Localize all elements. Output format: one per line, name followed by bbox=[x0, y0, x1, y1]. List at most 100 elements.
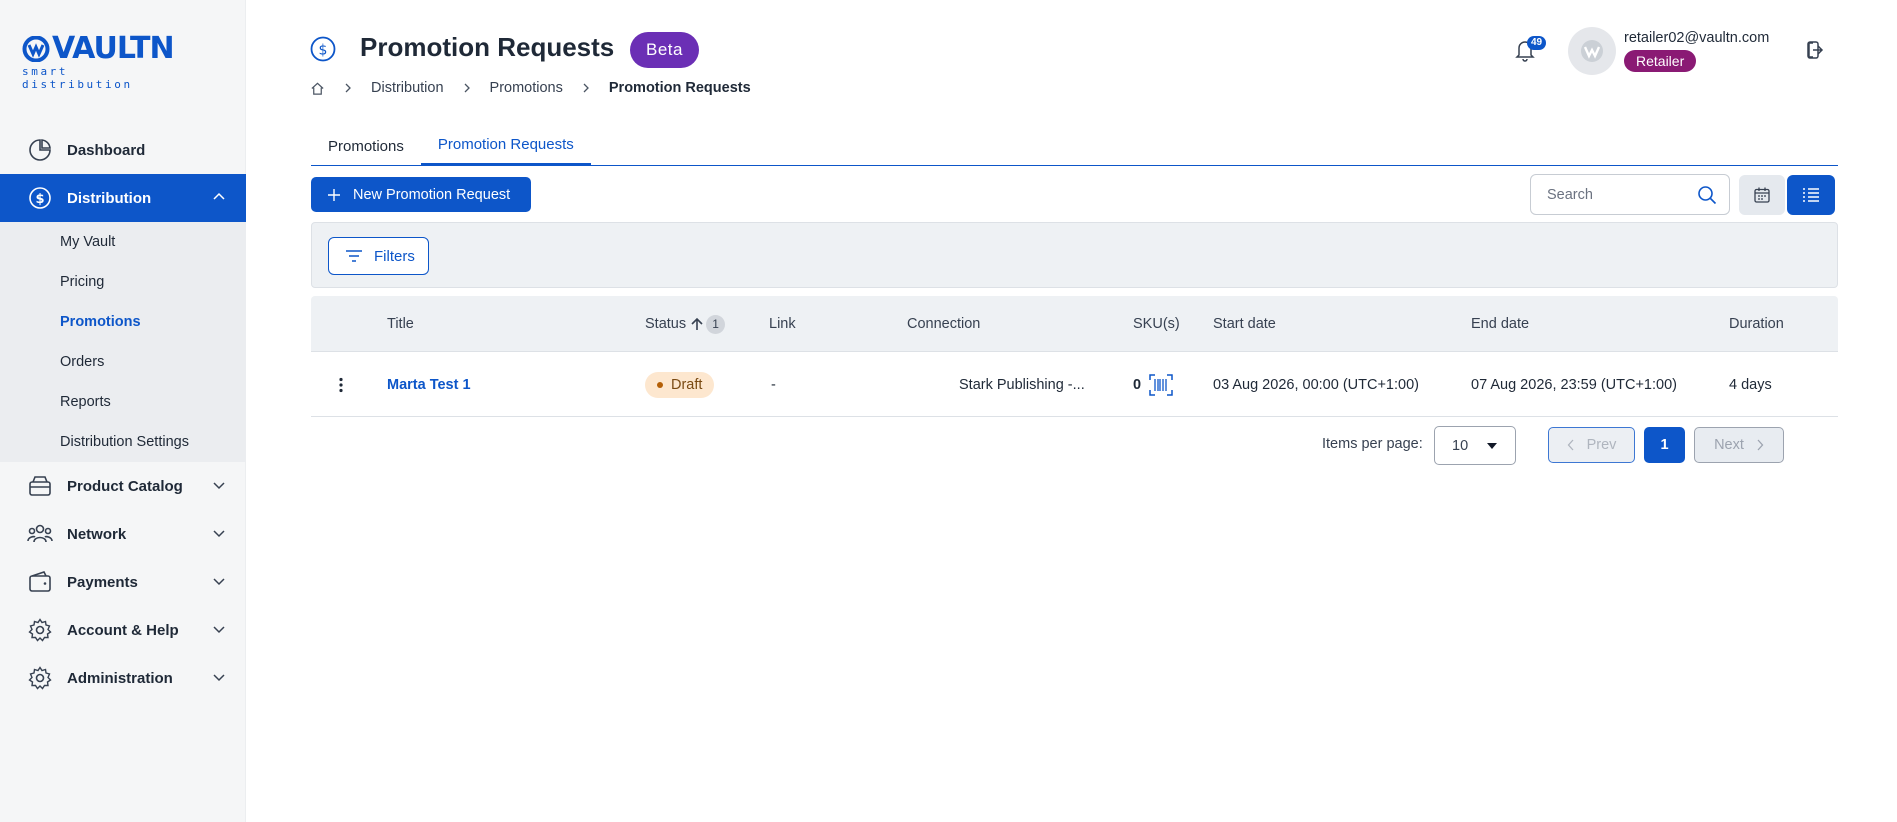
user-email: retailer02@vaultn.com bbox=[1624, 30, 1770, 46]
svg-text:$: $ bbox=[35, 192, 44, 207]
gear-icon bbox=[27, 665, 53, 691]
column-header-start-date[interactable]: Start date bbox=[1213, 296, 1276, 352]
row-actions-menu[interactable] bbox=[339, 352, 343, 417]
sidebar-subitem-pricing[interactable]: Pricing bbox=[0, 262, 246, 302]
column-header-status-label: Status bbox=[645, 316, 687, 332]
status-dot bbox=[657, 381, 663, 388]
chevron-down-icon bbox=[213, 674, 225, 682]
plus-icon bbox=[328, 188, 340, 201]
filters-button[interactable]: Filters bbox=[328, 237, 429, 275]
column-header-link[interactable]: Link bbox=[769, 296, 796, 352]
dollar-circle-icon: $ bbox=[27, 185, 53, 211]
sidebar-subitem-orders[interactable]: Orders bbox=[0, 342, 246, 382]
sidebar-nav: Dashboard $ Distribution My Vault Pricin… bbox=[0, 126, 246, 702]
avatar[interactable] bbox=[1568, 27, 1616, 75]
sku-count: 0 bbox=[1133, 376, 1142, 393]
chevron-right-icon bbox=[1757, 439, 1764, 451]
row-duration: 4 days bbox=[1729, 376, 1772, 393]
box-icon bbox=[27, 473, 53, 499]
breadcrumb-current: Promotion Requests bbox=[608, 80, 751, 96]
column-header-duration[interactable]: Duration bbox=[1729, 296, 1784, 352]
dollar-circle-icon: $ bbox=[310, 36, 336, 62]
sidebar-item-dashboard[interactable]: Dashboard bbox=[0, 126, 246, 174]
sidebar-item-network[interactable]: Network bbox=[0, 510, 246, 558]
breadcrumb: Distribution Promotions Promotion Reques… bbox=[310, 80, 751, 96]
prev-page-button[interactable]: Prev bbox=[1548, 427, 1635, 463]
row-title-link[interactable]: Marta Test 1 bbox=[387, 352, 471, 417]
sidebar-item-payments[interactable]: Payments bbox=[0, 558, 246, 606]
sidebar-item-distribution[interactable]: $ Distribution bbox=[0, 174, 246, 222]
sidebar-item-account-help[interactable]: Account & Help bbox=[0, 606, 246, 654]
sidebar-subitem-promotions[interactable]: Promotions bbox=[0, 302, 246, 342]
beta-badge: Beta bbox=[630, 32, 699, 68]
chevron-right-icon bbox=[345, 83, 351, 93]
barcode-scan-icon[interactable] bbox=[1149, 373, 1173, 396]
column-header-connection[interactable]: Connection bbox=[907, 296, 980, 352]
sort-order-badge: 1 bbox=[706, 314, 726, 334]
home-icon[interactable] bbox=[310, 81, 325, 96]
chevron-up-icon bbox=[213, 192, 225, 200]
vaultn-logo[interactable]: VAULTN smart distribution bbox=[22, 31, 182, 92]
column-header-title[interactable]: Title bbox=[387, 296, 414, 352]
column-header-end-date[interactable]: End date bbox=[1471, 296, 1529, 352]
items-per-page-label: Items per page: bbox=[1322, 436, 1423, 452]
list-icon bbox=[1803, 188, 1819, 202]
sidebar-item-label: Administration bbox=[67, 669, 173, 687]
search-input[interactable] bbox=[1547, 186, 1687, 203]
user-role-badge: Retailer bbox=[1624, 50, 1697, 72]
sidebar: VAULTN smart distribution Dashboard $ Di… bbox=[0, 0, 246, 822]
prev-page-label: Prev bbox=[1586, 437, 1617, 453]
chevron-down-icon bbox=[213, 578, 225, 586]
chevron-right-icon bbox=[583, 83, 589, 93]
sidebar-subitem-my-vault[interactable]: My Vault bbox=[0, 222, 246, 262]
new-promotion-request-label: New Promotion Request bbox=[353, 186, 511, 203]
calendar-icon bbox=[1754, 187, 1770, 203]
sidebar-subitem-distribution-settings[interactable]: Distribution Settings bbox=[0, 422, 246, 462]
breadcrumb-promotions[interactable]: Promotions bbox=[490, 80, 563, 96]
sidebar-item-administration[interactable]: Administration bbox=[0, 654, 246, 702]
notification-count-badge: 49 bbox=[1527, 36, 1547, 50]
search-box bbox=[1530, 174, 1730, 215]
next-page-button[interactable]: Next bbox=[1694, 427, 1784, 463]
column-header-status[interactable]: Status 1 bbox=[645, 296, 726, 352]
list-view-button[interactable] bbox=[1787, 175, 1835, 215]
sidebar-subitem-reports[interactable]: Reports bbox=[0, 382, 246, 422]
tab-bar: Promotions Promotion Requests bbox=[311, 126, 1838, 166]
items-per-page-value: 10 bbox=[1452, 437, 1469, 454]
search-icon[interactable] bbox=[1697, 185, 1717, 205]
row-end-date: 07 Aug 2026, 23:59 (UTC+1:00) bbox=[1471, 376, 1677, 393]
sort-ascending-icon bbox=[691, 317, 703, 330]
calendar-view-button[interactable] bbox=[1739, 175, 1785, 215]
tab-promotion-requests[interactable]: Promotion Requests bbox=[420, 126, 591, 166]
logo-wordmark: VAULTN bbox=[52, 31, 175, 66]
kebab-menu-icon bbox=[339, 377, 343, 392]
column-header-skus[interactable]: SKU(s) bbox=[1133, 296, 1180, 352]
breadcrumb-distribution[interactable]: Distribution bbox=[371, 80, 444, 96]
sidebar-item-product-catalog[interactable]: Product Catalog bbox=[0, 462, 246, 510]
gear-icon bbox=[27, 617, 53, 643]
page-header: $ Promotion Requests Beta Distribution P… bbox=[246, 0, 1897, 110]
logo-tagline: smart distribution bbox=[22, 65, 133, 91]
row-status: Draft bbox=[645, 352, 715, 417]
status-label: Draft bbox=[671, 376, 703, 393]
vaultn-logo-mark-icon bbox=[22, 36, 50, 62]
filters-label: Filters bbox=[374, 247, 415, 265]
tab-promotions[interactable]: Promotions bbox=[311, 126, 421, 166]
row-link: - bbox=[771, 376, 776, 393]
status-badge: Draft bbox=[645, 371, 715, 398]
chevron-right-icon bbox=[464, 83, 470, 93]
row-connection: Stark Publishing -... bbox=[959, 376, 1085, 393]
page-number-current[interactable]: 1 bbox=[1644, 427, 1685, 463]
dashboard-chart-icon bbox=[27, 137, 53, 163]
table-row[interactable]: Marta Test 1 Draft - Stark Publishing -.… bbox=[311, 352, 1838, 417]
distribution-submenu: My Vault Pricing Promotions Orders Repor… bbox=[0, 222, 246, 462]
sidebar-item-label: Product Catalog bbox=[67, 477, 183, 495]
promotion-requests-table: Title Status 1 Link Connection SKU(s) St… bbox=[311, 296, 1838, 417]
new-promotion-request-button[interactable]: New Promotion Request bbox=[311, 177, 531, 212]
filter-icon bbox=[346, 250, 362, 262]
items-per-page-select[interactable]: 10 bbox=[1434, 426, 1516, 465]
vaultn-avatar-icon bbox=[1581, 40, 1603, 62]
caret-down-icon bbox=[1487, 443, 1497, 449]
sidebar-item-label: Payments bbox=[67, 573, 138, 591]
logout-icon[interactable] bbox=[1805, 40, 1825, 60]
